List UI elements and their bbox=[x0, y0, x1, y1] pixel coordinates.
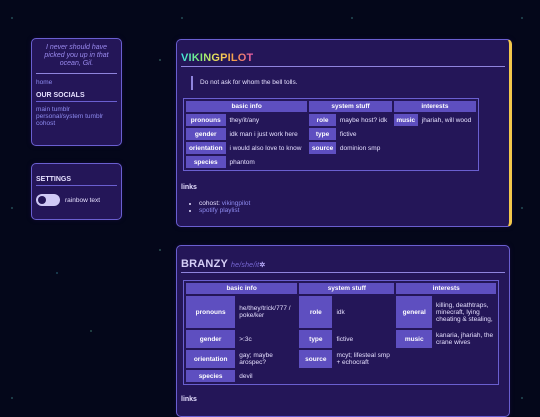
divider bbox=[36, 73, 117, 74]
header-basic-info: basic info bbox=[186, 283, 298, 294]
info-key: pronouns bbox=[186, 296, 236, 328]
info-value: dominion smp bbox=[339, 144, 381, 152]
info-key: type bbox=[299, 330, 333, 348]
rainbow-text-toggle[interactable] bbox=[36, 194, 60, 206]
info-key: role bbox=[299, 296, 333, 328]
header-interests: interests bbox=[396, 283, 496, 294]
sidebar-quote: I never should have picked you up in tha… bbox=[44, 44, 109, 67]
info-table: basic info system stuff interests pronou… bbox=[183, 280, 499, 385]
info-table: basic info system stuff interests pronou… bbox=[183, 98, 479, 171]
toggle-knob bbox=[38, 196, 46, 204]
rainbow-text-label: rainbow text bbox=[65, 197, 101, 204]
info-key: gender bbox=[186, 128, 226, 140]
info-key: pronouns bbox=[186, 114, 226, 126]
profile-title: VIKINGPILOT bbox=[181, 52, 254, 64]
settings-heading: SETTINGS bbox=[36, 176, 72, 183]
links-heading: links bbox=[181, 396, 197, 403]
spotify-playlist-link[interactable]: spotify playlist bbox=[199, 207, 239, 214]
profile-title: BRANZY bbox=[181, 258, 229, 270]
link-label: cohost: bbox=[199, 200, 220, 207]
links-list: cohost: vikingpilot spotify playlist bbox=[191, 200, 250, 214]
links-heading: links bbox=[181, 184, 197, 191]
info-value: >:3c bbox=[239, 335, 252, 343]
star-icon: ✲ bbox=[259, 262, 266, 269]
info-key: orientation bbox=[186, 142, 226, 154]
info-key: general bbox=[396, 296, 432, 328]
info-key: music bbox=[396, 330, 432, 348]
info-key: type bbox=[309, 128, 336, 140]
info-value: i would also love to know bbox=[229, 144, 302, 152]
info-key: gender bbox=[186, 330, 236, 348]
sidebar-panel: I never should have picked you up in tha… bbox=[31, 38, 122, 146]
profile-card-branzy: BRANZY he/she/it✲ basic info system stuff… bbox=[176, 245, 510, 417]
info-value: killing, deathtraps, minecraft, lying ch… bbox=[436, 301, 493, 323]
profile-quote: Do not ask for whom the bell tolls. bbox=[191, 76, 500, 90]
list-item: cohost: vikingpilot bbox=[199, 200, 250, 207]
info-key: orientation bbox=[186, 350, 236, 368]
info-value: gay; maybe arospec? bbox=[239, 352, 273, 366]
info-value: devil bbox=[239, 372, 253, 380]
socials-heading: OUR SOCIALS bbox=[36, 92, 85, 99]
social-link-cohost[interactable]: cohost bbox=[32, 120, 121, 127]
info-value: idk bbox=[336, 308, 345, 316]
info-value: phantom bbox=[229, 158, 255, 166]
divider bbox=[36, 185, 117, 186]
info-value: fictive bbox=[336, 335, 354, 343]
cohost-link[interactable]: vikingpilot bbox=[222, 200, 251, 207]
header-system-stuff: system stuff bbox=[309, 101, 392, 112]
social-link-personal-tumblr[interactable]: personal/system tumblr bbox=[32, 113, 121, 120]
list-item: spotify playlist bbox=[199, 207, 250, 214]
header-system-stuff: system stuff bbox=[299, 283, 395, 294]
pronoun-subtitle: he/she/it bbox=[231, 262, 260, 269]
social-link-main-tumblr[interactable]: main tumblr bbox=[32, 106, 121, 113]
info-value: jhariah, will wood bbox=[421, 116, 472, 124]
info-value: idk man i just work here bbox=[229, 130, 298, 138]
info-value: kanaria, jhariah, the crane wives bbox=[436, 332, 494, 346]
profile-title-wrap: BRANZY he/she/it✲ bbox=[181, 258, 265, 270]
divider bbox=[181, 272, 505, 273]
info-value: maybe host? idk bbox=[339, 116, 388, 124]
divider bbox=[181, 66, 505, 67]
info-value: mcyt; lifesteal smp + echocraft bbox=[336, 352, 390, 366]
info-value: he/they/trick/777 / poke/ker bbox=[239, 305, 291, 319]
header-interests: interests bbox=[393, 101, 476, 112]
info-value: fictive bbox=[339, 130, 357, 138]
info-key: source bbox=[299, 350, 333, 368]
divider bbox=[36, 101, 117, 102]
info-value: they/it/any bbox=[229, 116, 260, 124]
info-key: role bbox=[309, 114, 336, 126]
profile-card-vikingpilot: VIKINGPILOT Do not ask for whom the bell… bbox=[176, 39, 512, 227]
info-key: species bbox=[186, 156, 226, 168]
info-key: source bbox=[309, 142, 336, 154]
home-link[interactable]: home bbox=[32, 79, 121, 86]
header-basic-info: basic info bbox=[186, 101, 308, 112]
settings-panel: SETTINGS rainbow text bbox=[31, 163, 122, 220]
info-key: music bbox=[393, 114, 418, 126]
info-key: species bbox=[186, 370, 236, 382]
